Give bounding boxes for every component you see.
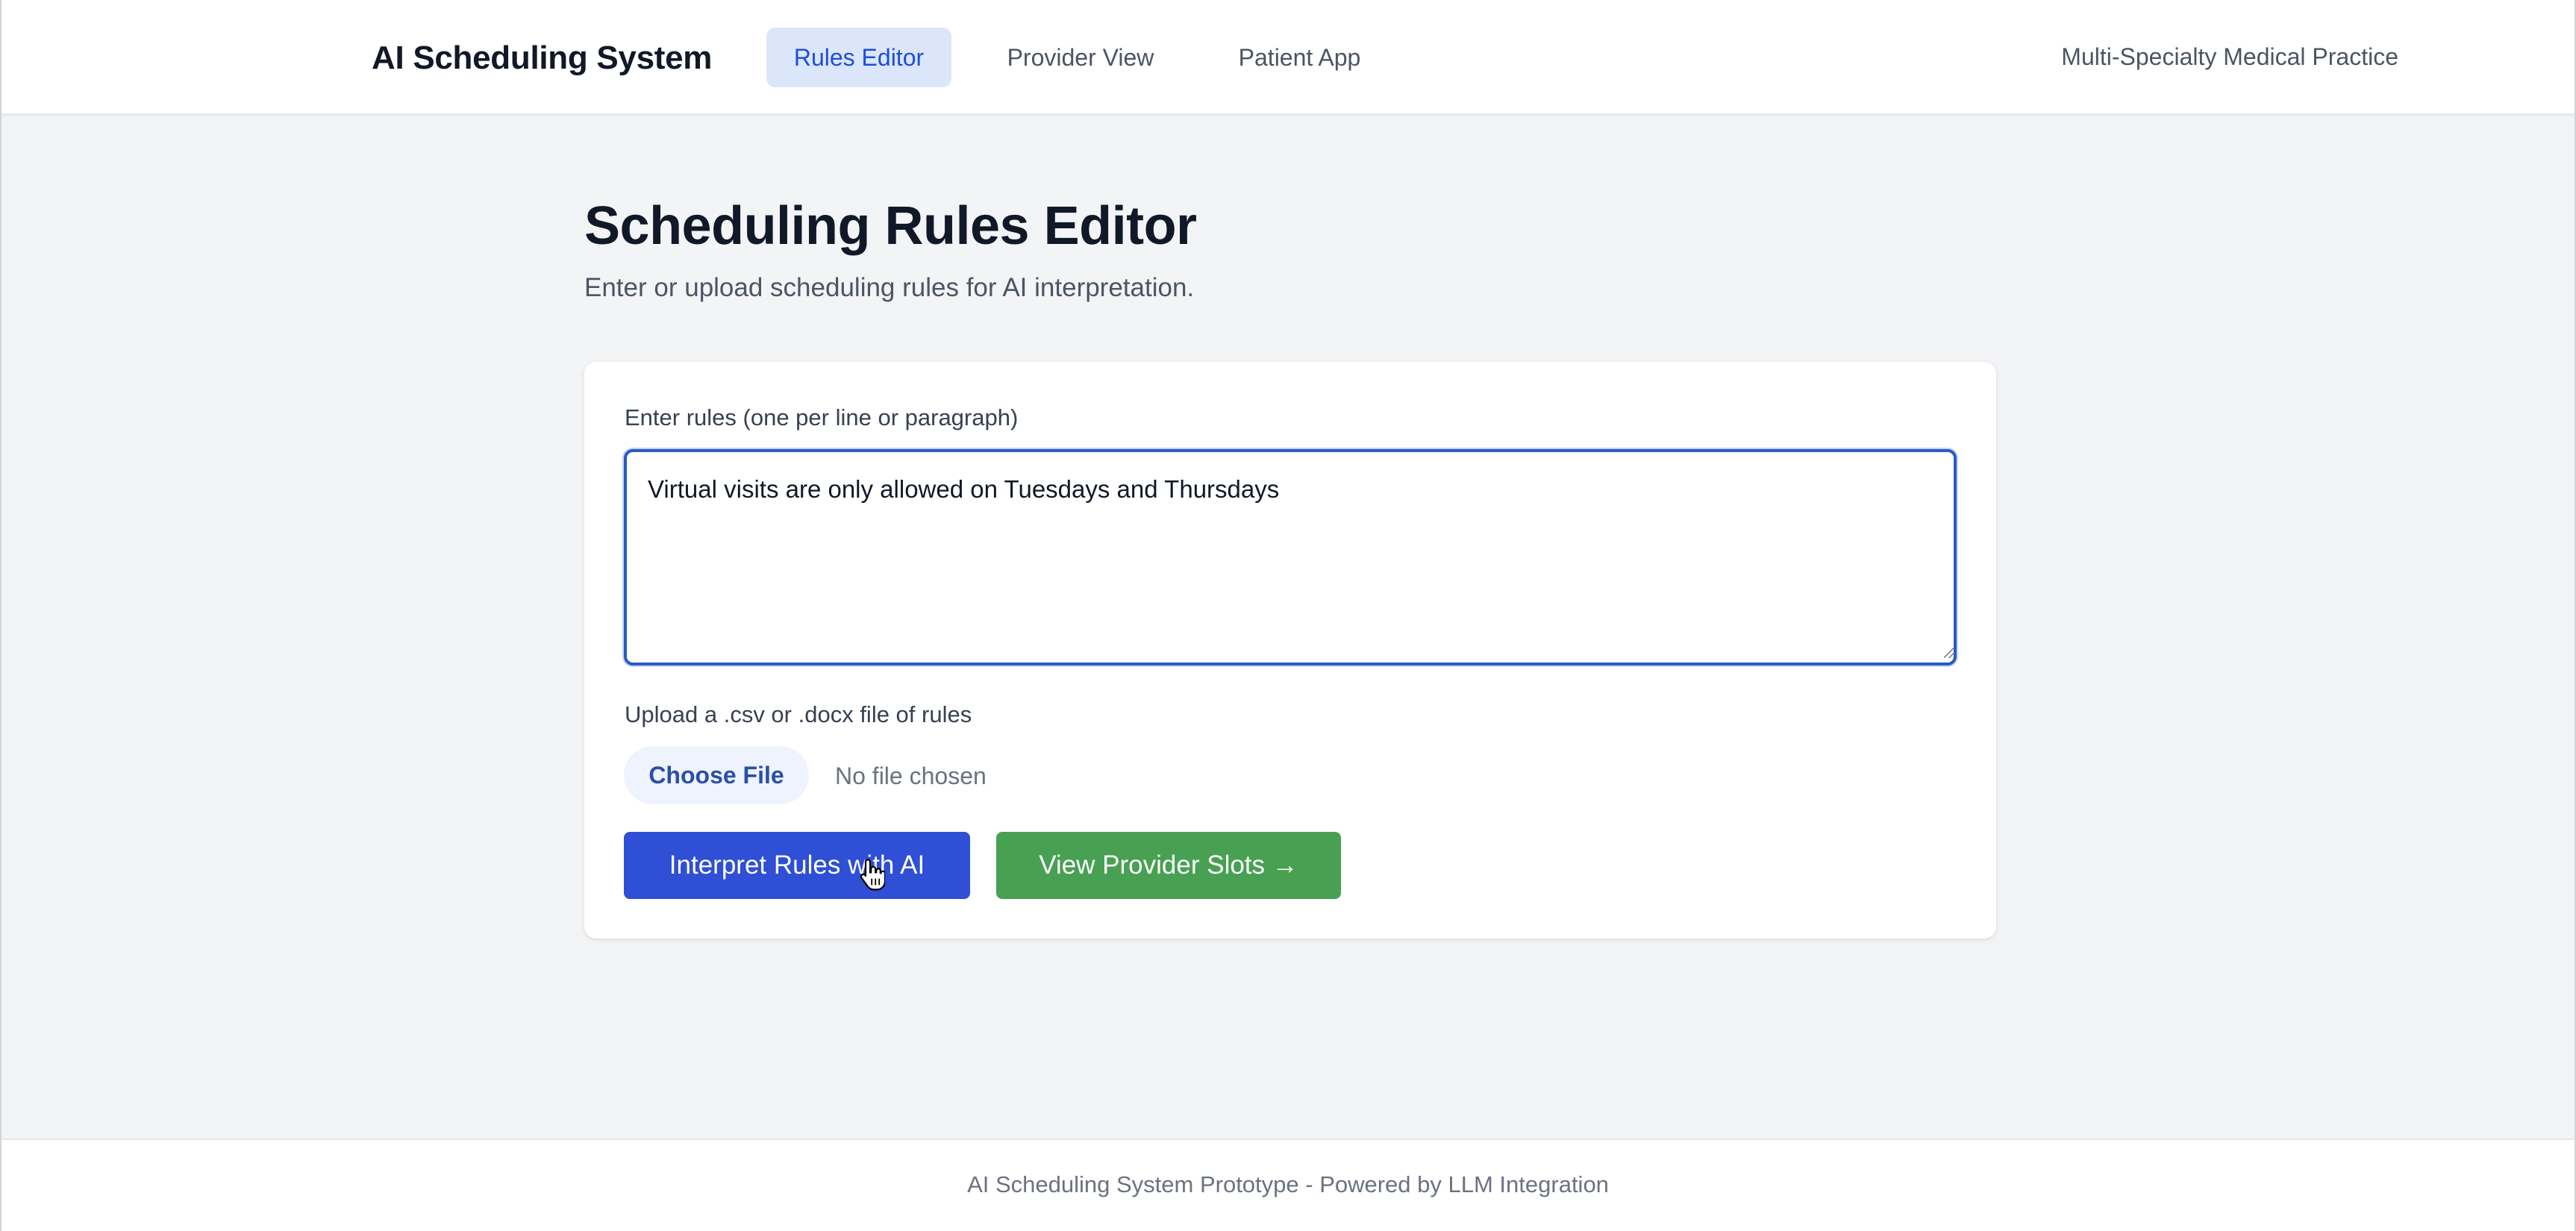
app-window: AI Scheduling System Rules Editor Provid… — [0, 0, 2576, 1231]
brand-title: AI Scheduling System — [372, 40, 713, 76]
resize-grip-icon[interactable] — [1944, 648, 1954, 658]
page-subtitle: Enter or upload scheduling rules for AI … — [584, 273, 1195, 302]
page-footer: AI Scheduling System Prototype - Powered… — [1, 1138, 2575, 1231]
upload-label: Upload a .csv or .docx file of rules — [625, 701, 972, 727]
tab-patient-app[interactable]: Patient App — [1215, 28, 1384, 87]
interpret-rules-button[interactable]: Interpret Rules with AI — [624, 832, 970, 899]
practice-name: Multi-Specialty Medical Practice — [2061, 43, 2398, 70]
tab-provider-view[interactable]: Provider View — [979, 28, 1182, 87]
footer-text: AI Scheduling System Prototype - Powered… — [967, 1171, 1609, 1197]
top-nav-bar: AI Scheduling System Rules Editor Provid… — [1, 0, 2575, 115]
hand-pointer-icon — [860, 859, 885, 891]
tab-rules-editor[interactable]: Rules Editor — [766, 28, 951, 87]
view-provider-slots-button[interactable]: View Provider Slots → — [996, 832, 1341, 899]
rules-card: Enter rules (one per line or paragraph) … — [584, 362, 1996, 939]
rules-textarea-label: Enter rules (one per line or paragraph) — [625, 404, 1019, 430]
file-status-text: No file chosen — [835, 762, 987, 789]
choose-file-button[interactable]: Choose File — [624, 746, 809, 804]
page-title: Scheduling Rules Editor — [584, 196, 1197, 256]
rules-textarea[interactable] — [624, 449, 1957, 665]
